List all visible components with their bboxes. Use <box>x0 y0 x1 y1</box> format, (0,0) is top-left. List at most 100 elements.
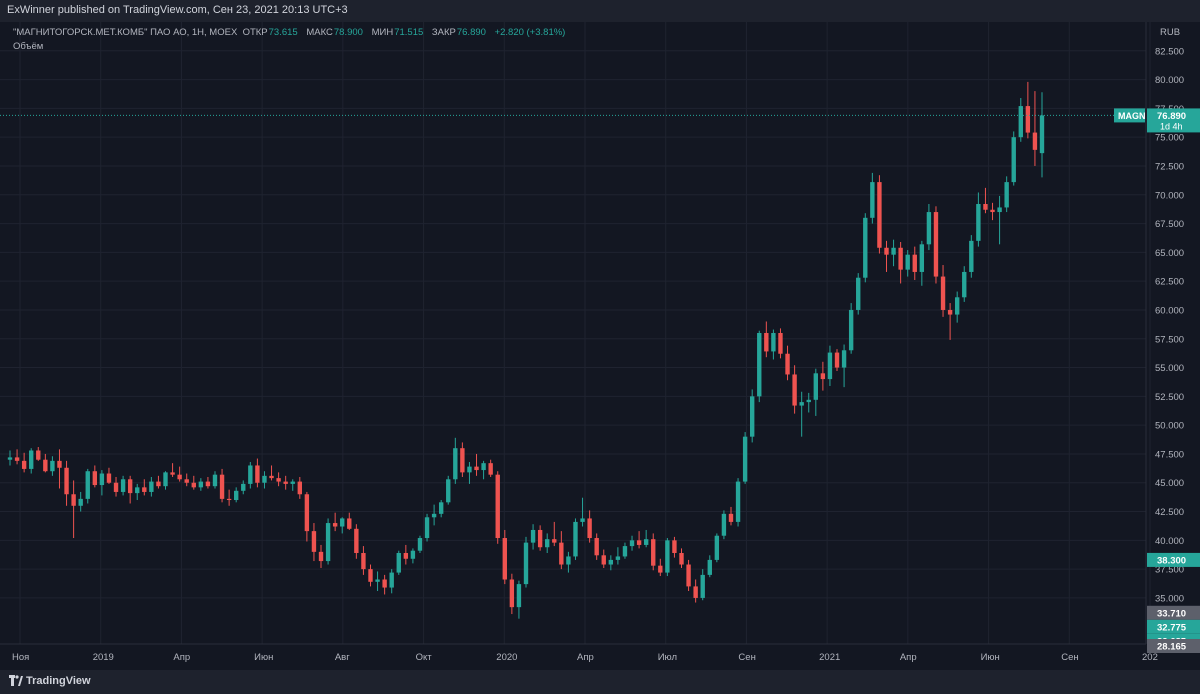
candle-body <box>884 247 889 255</box>
candle-body <box>742 436 748 482</box>
candle-body <box>170 472 175 475</box>
candle-body <box>340 518 345 527</box>
x-tick-label: Апр <box>577 652 594 663</box>
y-tick-label: 42.500 <box>1155 507 1184 518</box>
candle-body <box>332 523 338 527</box>
candle-body <box>318 551 324 562</box>
y-tick-label: 75.000 <box>1155 133 1184 144</box>
candle-body <box>135 487 140 494</box>
candle-body <box>474 466 479 471</box>
candle-body <box>205 481 211 487</box>
candle-body <box>523 542 529 585</box>
candle-body <box>707 559 712 575</box>
candle-body <box>396 553 401 573</box>
candle-body <box>438 502 444 514</box>
candle-body <box>311 531 317 552</box>
candle-body <box>191 482 196 488</box>
candle-body <box>587 518 592 539</box>
candle-body <box>665 540 670 573</box>
candle-body <box>57 460 62 468</box>
candle-body <box>71 494 76 506</box>
candle-body <box>120 479 126 492</box>
candle-body <box>14 457 20 461</box>
y-tick-label: 70.000 <box>1155 190 1184 201</box>
x-tick-label: 2021 <box>819 652 840 663</box>
candle-body <box>78 498 83 506</box>
candle-body <box>509 579 515 608</box>
candle-body <box>771 333 776 352</box>
candle-body <box>375 579 380 582</box>
candle-body <box>863 217 868 278</box>
candle-body <box>446 479 451 503</box>
candle-body <box>85 471 90 499</box>
candle-body <box>898 247 903 270</box>
y-tick-label: 50.000 <box>1155 421 1184 432</box>
last-price-countdown: 1d 4h <box>1160 121 1183 131</box>
candle-body <box>431 513 437 518</box>
legend-symbol: "МАГНИТОГОРСК.МЕТ.КОМБ" ПАО АО, 1Н, МОЕХ <box>13 27 238 38</box>
candle-body <box>559 542 564 565</box>
candle-body <box>325 523 331 562</box>
candle-body <box>262 475 267 483</box>
candle-body <box>7 457 13 460</box>
x-tick-label: Апр <box>173 652 190 663</box>
candle-body <box>304 494 310 532</box>
candle-body <box>481 463 486 471</box>
footer-bar: TradingView <box>0 670 1200 694</box>
candle-body <box>29 450 34 469</box>
candle-body <box>990 209 995 213</box>
x-tick-label: Апр <box>900 652 917 663</box>
candle-body <box>198 481 204 488</box>
candle-body <box>1039 115 1045 154</box>
candle-body <box>813 373 818 400</box>
candle-body <box>636 540 642 545</box>
candle-body <box>792 374 797 406</box>
candle-body <box>750 396 755 437</box>
candle-body <box>488 463 493 475</box>
x-tick-label: 202 <box>1142 652 1158 663</box>
currency-label[interactable]: RUB <box>1160 27 1180 38</box>
price-tag: 33.710 <box>1157 608 1186 619</box>
legend-high-label: МАКС <box>306 27 333 38</box>
x-tick-label: Ноя <box>12 652 29 663</box>
candle-body <box>149 481 154 492</box>
candle-body <box>601 555 606 565</box>
candle-body <box>382 579 387 588</box>
x-tick-label: 2019 <box>93 652 114 663</box>
y-tick-label: 60.000 <box>1155 305 1184 316</box>
candle-body <box>410 550 416 559</box>
candle-body <box>234 490 239 501</box>
candle-body <box>983 203 988 210</box>
candle-body <box>1004 182 1009 208</box>
candle-body <box>580 518 585 522</box>
candle-body <box>113 482 119 492</box>
candle-body <box>679 553 684 565</box>
candle-body <box>735 481 741 522</box>
candle-body <box>651 539 656 566</box>
candle-body <box>912 254 917 272</box>
candle-body <box>127 479 133 494</box>
candlestick-chart[interactable]: 35.00037.50040.00042.50045.00047.50050.0… <box>0 0 1200 694</box>
candle-body <box>368 569 373 582</box>
candle-body <box>721 513 727 536</box>
candle-body <box>658 565 663 573</box>
x-tick-label: 2020 <box>496 652 517 663</box>
candle-body <box>841 350 847 368</box>
x-tick-label: Сен <box>1061 652 1078 663</box>
candle-body <box>417 538 423 551</box>
candle-body <box>64 467 69 495</box>
candle-body <box>757 333 762 397</box>
candle-body <box>785 353 790 375</box>
footer-brand: TradingView <box>26 675 91 687</box>
candle-body <box>43 459 48 472</box>
y-tick-label: 72.500 <box>1155 161 1184 172</box>
y-tick-label: 35.000 <box>1155 593 1184 604</box>
candle-body <box>848 309 854 351</box>
candle-body <box>403 553 409 559</box>
candle-body <box>615 556 621 560</box>
candle-body <box>962 271 967 298</box>
y-tick-label: 55.000 <box>1155 363 1184 374</box>
candle-body <box>827 352 833 380</box>
candle-body <box>545 539 550 548</box>
candle-body <box>622 546 628 557</box>
